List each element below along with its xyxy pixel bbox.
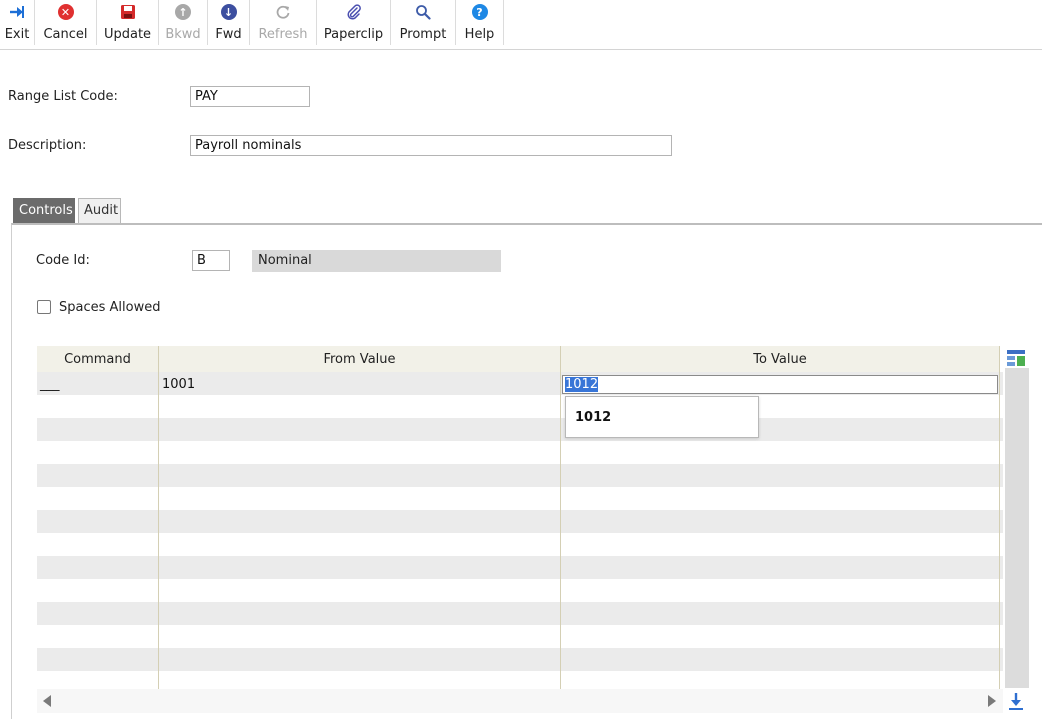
range-list-code-input[interactable]: PAY xyxy=(190,86,310,107)
selected-text: 1012 xyxy=(565,377,599,392)
table-row[interactable] xyxy=(37,556,1003,579)
tab-audit[interactable]: Audit xyxy=(78,198,121,223)
magnifier-icon xyxy=(414,3,432,21)
help-label: Help xyxy=(464,27,495,42)
exit-arrow-icon xyxy=(8,3,26,21)
paperclip-icon xyxy=(345,3,363,21)
bkwd-button[interactable]: ↑ Bkwd xyxy=(159,0,208,45)
code-id-label: Code Id: xyxy=(36,253,90,268)
scroll-right-icon[interactable] xyxy=(987,694,997,712)
description-label: Description: xyxy=(8,138,87,153)
description-input[interactable]: Payroll nominals xyxy=(190,135,672,156)
row-1-from-value[interactable]: 1001 xyxy=(162,377,195,392)
range-list-code-label: Range List Code: xyxy=(8,89,118,104)
prompt-button[interactable]: Prompt xyxy=(391,0,456,45)
table-row[interactable] xyxy=(37,648,1003,671)
update-label: Update xyxy=(103,27,152,42)
table-row[interactable] xyxy=(37,441,1003,464)
column-divider xyxy=(999,346,1000,689)
paperclip-label: Paperclip xyxy=(323,27,384,42)
to-value-edit-input[interactable]: 1012 xyxy=(562,375,998,394)
grid-header: Command From Value To Value xyxy=(37,346,1000,372)
fwd-button[interactable]: ↓ Fwd xyxy=(208,0,250,45)
column-header-from-value[interactable]: From Value xyxy=(159,346,561,372)
down-arrow-icon: ↓ xyxy=(220,3,238,21)
table-row[interactable] xyxy=(37,625,1003,648)
refresh-icon xyxy=(274,3,292,21)
spaces-allowed-checkbox[interactable] xyxy=(37,300,51,314)
table-row[interactable] xyxy=(37,671,1003,689)
horizontal-scrollbar[interactable] xyxy=(37,689,1003,713)
up-arrow-icon: ↑ xyxy=(174,3,192,21)
table-row[interactable] xyxy=(37,464,1003,487)
vertical-scrollbar[interactable] xyxy=(1005,368,1029,688)
code-id-description: Nominal xyxy=(252,250,501,272)
scroll-left-icon[interactable] xyxy=(42,694,52,712)
bkwd-label: Bkwd xyxy=(165,27,201,42)
tab-controls[interactable]: Controls xyxy=(13,198,75,223)
column-header-to-value[interactable]: To Value xyxy=(561,346,1000,372)
autocomplete-dropdown: 1012 xyxy=(565,396,759,438)
exit-button[interactable]: Exit xyxy=(0,0,35,45)
exit-label: Exit xyxy=(4,27,30,42)
update-button[interactable]: Update xyxy=(97,0,159,45)
dropdown-option[interactable]: 1012 xyxy=(575,410,611,425)
cancel-button[interactable]: ✕ Cancel xyxy=(35,0,97,45)
table-row[interactable] xyxy=(37,510,1003,533)
table-row[interactable] xyxy=(37,395,1003,418)
spaces-allowed-label: Spaces Allowed xyxy=(59,300,161,315)
save-disk-icon xyxy=(119,3,137,21)
refresh-button[interactable]: Refresh xyxy=(250,0,317,45)
cancel-label: Cancel xyxy=(43,27,88,42)
code-id-input[interactable]: B xyxy=(192,250,230,271)
column-divider xyxy=(560,346,561,689)
fwd-label: Fwd xyxy=(215,27,242,42)
scroll-to-bottom-icon[interactable] xyxy=(1007,691,1025,715)
refresh-label: Refresh xyxy=(258,27,308,42)
row-1-command[interactable]: ___ xyxy=(40,377,60,392)
toolbar: Exit ✕ Cancel Update ↑ Bkwd ↓ Fwd Refres… xyxy=(0,0,1042,50)
column-divider xyxy=(158,346,159,689)
help-icon: ? xyxy=(471,3,489,21)
help-button[interactable]: ? Help xyxy=(456,0,504,45)
table-row[interactable] xyxy=(37,533,1003,556)
paperclip-button[interactable]: Paperclip xyxy=(317,0,391,45)
table-row[interactable] xyxy=(37,418,1003,441)
table-row[interactable] xyxy=(37,487,1003,510)
cancel-icon: ✕ xyxy=(57,3,75,21)
table-row[interactable] xyxy=(37,602,1003,625)
prompt-label: Prompt xyxy=(399,27,447,42)
grid-body xyxy=(37,372,1003,689)
table-row[interactable] xyxy=(37,579,1003,602)
column-header-command[interactable]: Command xyxy=(37,346,159,372)
